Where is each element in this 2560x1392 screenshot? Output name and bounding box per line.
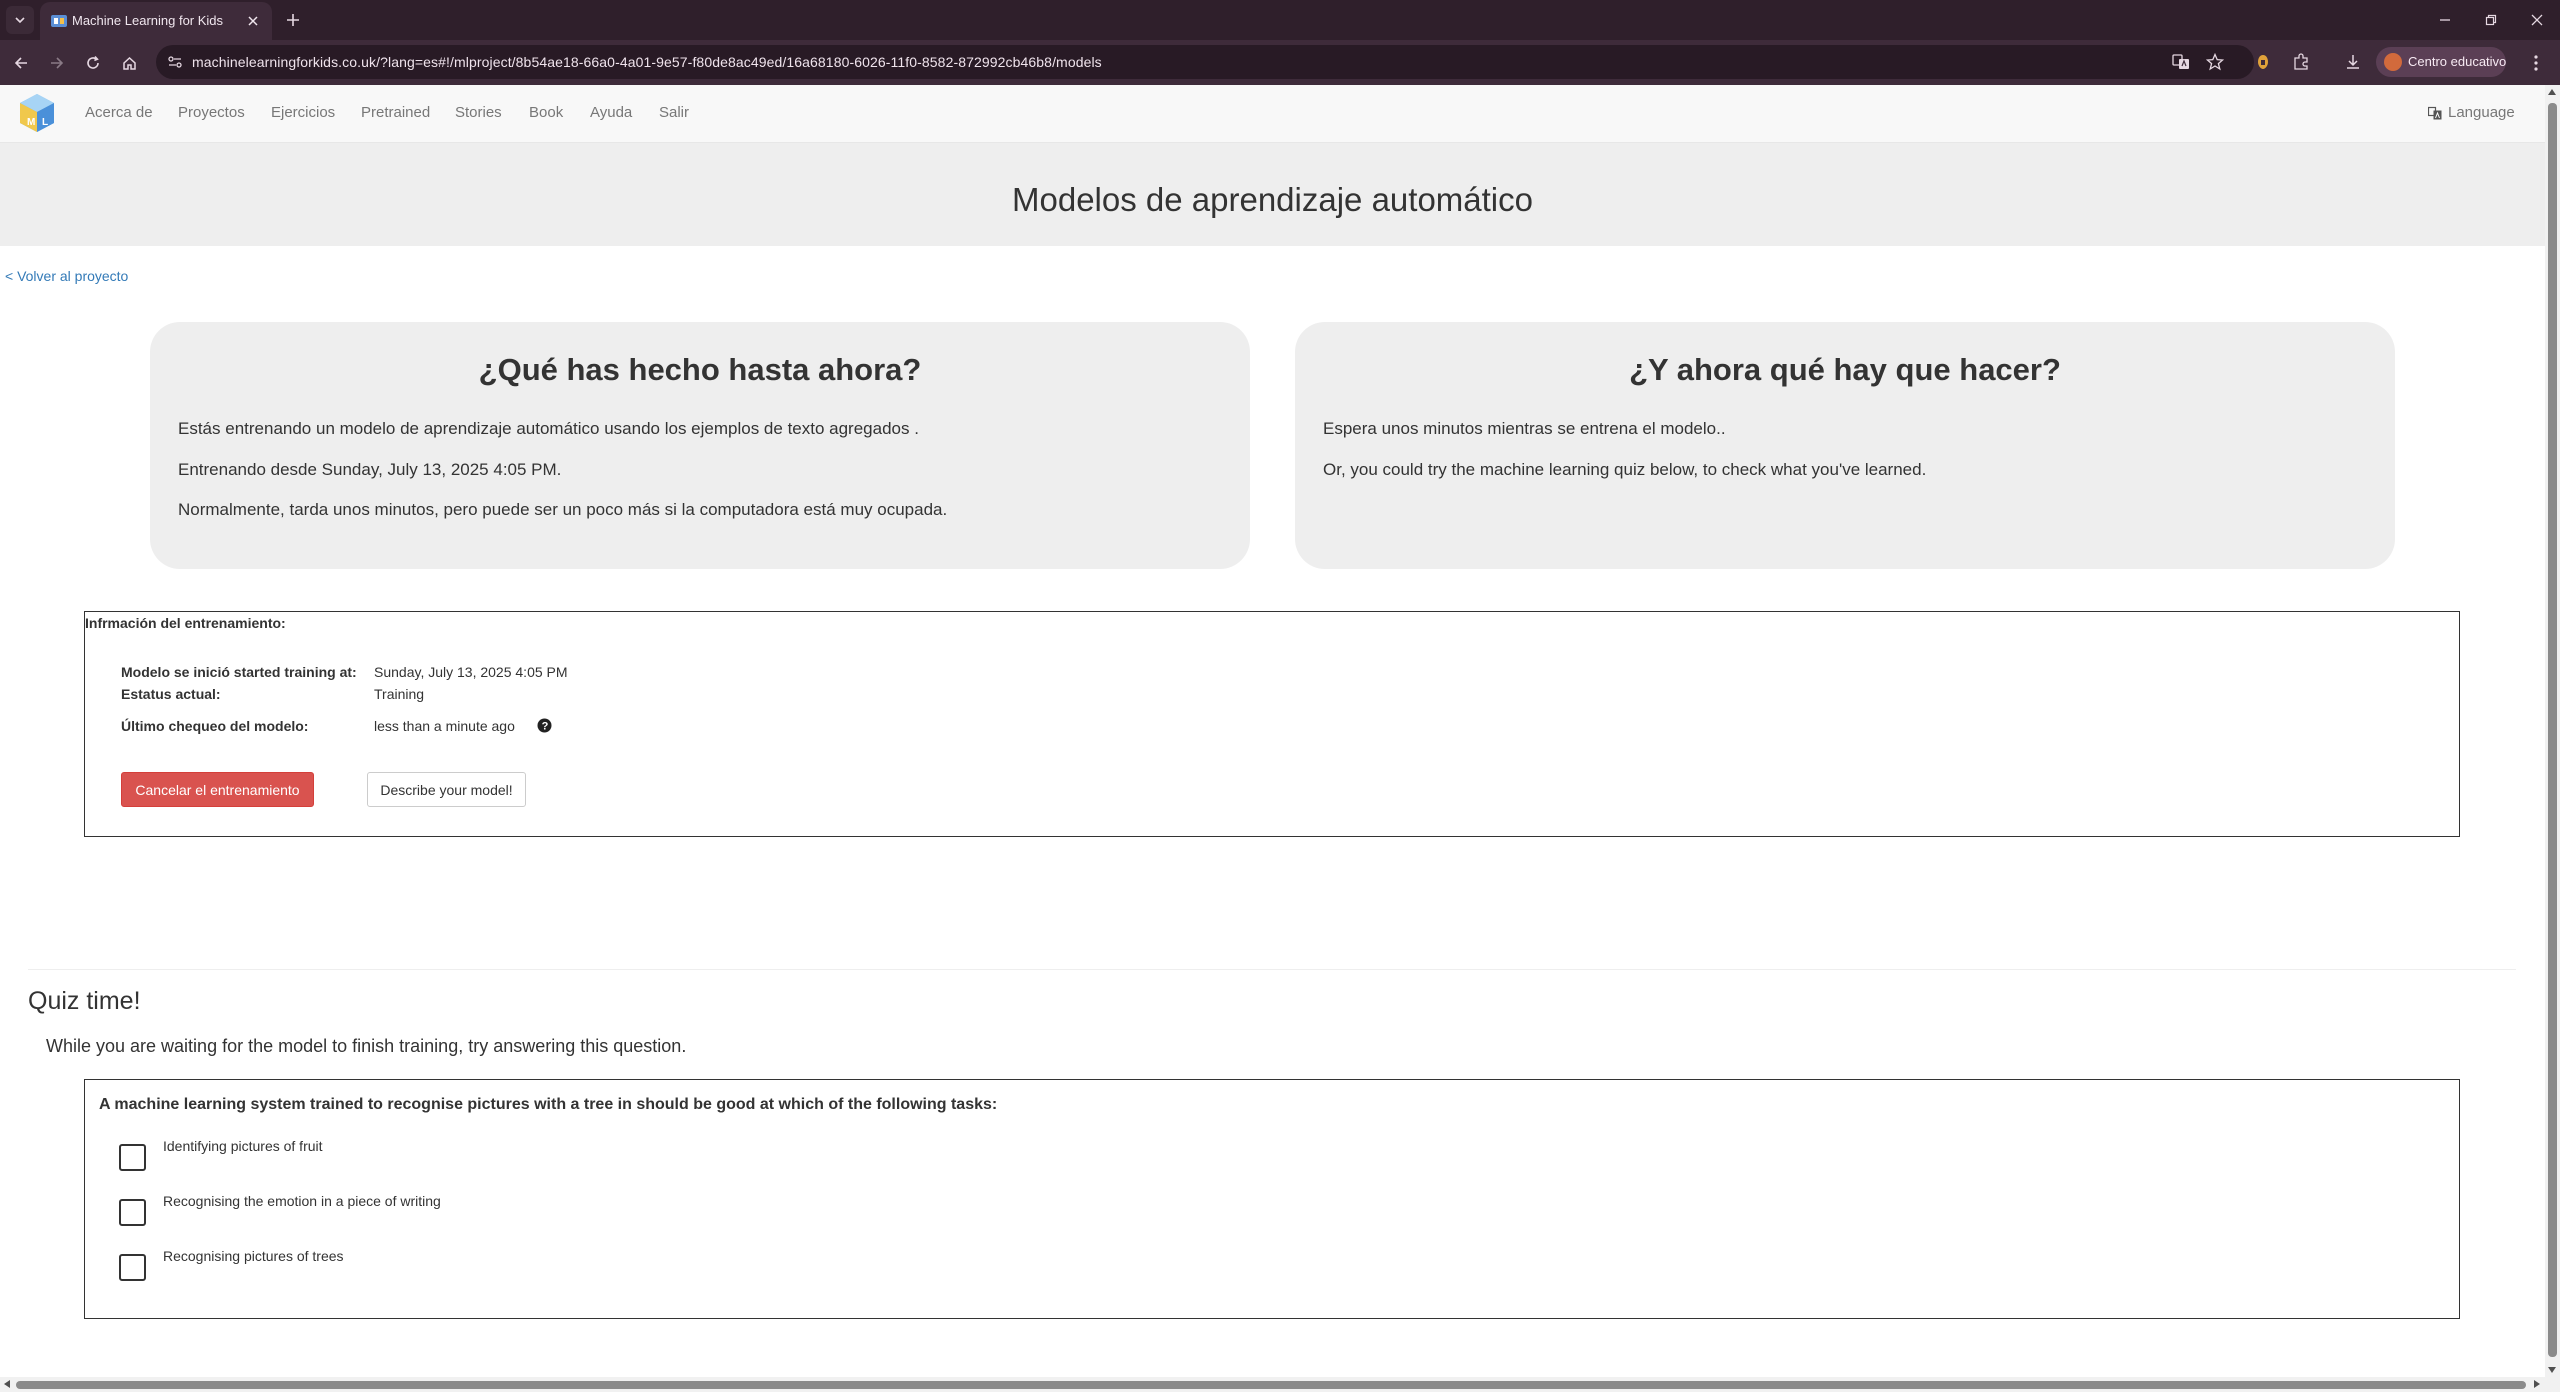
url-text[interactable]: machinelearningforkids.co.uk/?lang=es#!/… [192,54,1102,70]
reload-icon [87,56,99,69]
nav-item-stories[interactable]: Stories [455,104,502,121]
cancel-training-button[interactable]: Cancelar el entrenamiento [121,772,314,807]
home-icon [122,56,136,70]
tab-list-icon [15,17,25,24]
progress-line-2: Entrenando desde Sunday, July 13, 2025 4… [178,460,562,479]
horizontal-scroll-thumb[interactable] [16,1381,2526,1389]
progress-card: ¿Qué has hecho hasta ahora? Estás entren… [150,322,1250,569]
training-info-heading: Infrmación del entrenamiento: [85,615,286,631]
quiz-option[interactable]: Recognising pictures of trees [119,1248,719,1282]
scroll-left-arrow[interactable] [4,1380,10,1388]
profile-name: Centro educativo [2408,54,2507,69]
quiz-option-label[interactable]: Identifying pictures of fruit [163,1138,323,1154]
back-to-project-link[interactable]: < Volver al proyecto [5,268,128,284]
logo-icon[interactable]: M L [18,92,56,134]
quiz-option-label[interactable]: Recognising the emotion in a piece of wr… [163,1193,441,1209]
nav-item-ayuda[interactable]: Ayuda [590,104,632,121]
next-steps-line-1: Espera unos minutos mientras se entrena … [1323,419,1726,438]
help-icon[interactable]: ? [537,718,552,733]
quiz-option[interactable]: Recognising the emotion in a piece of wr… [119,1193,719,1227]
quiz-question: A machine learning system trained to rec… [99,1096,998,1113]
home-button[interactable] [116,50,142,76]
scroll-down-arrow[interactable] [2548,1367,2556,1373]
site-info-icon[interactable] [166,53,184,71]
extension-icon[interactable] [2254,53,2272,71]
tab-list-button[interactable] [6,6,34,34]
checkbox-icon[interactable] [119,1144,146,1171]
checkbox-icon[interactable] [119,1199,146,1226]
nav-item-proyectos[interactable]: Proyectos [178,104,245,121]
browser-tab[interactable]: Machine Learning for Kids [40,2,272,40]
next-steps-line-2: Or, you could try the machine learning q… [1323,460,1927,479]
restore-icon [2485,14,2497,26]
divider [28,969,2516,970]
progress-line-3: Normalmente, tarda unos minutos, pero pu… [178,500,948,519]
language-menu[interactable]: Language [2428,104,2515,121]
nav-item-book[interactable]: Book [529,104,563,121]
language-label: Language [2448,104,2515,121]
browser-toolbar: machinelearningforkids.co.uk/?lang=es#!/… [0,40,2560,85]
vertical-scrollbar[interactable] [2545,85,2560,1377]
nav-item-acerca[interactable]: Acerca de [85,104,153,121]
tab-close-button[interactable] [244,12,262,30]
page-header: Modelos de aprendizaje automático [0,143,2545,246]
back-icon [14,57,27,69]
favicon-icon [51,15,67,27]
svg-text:?: ? [542,720,549,732]
quiz-panel: A machine learning system trained to rec… [84,1079,2460,1319]
progress-line-1: Estás entrenando un modelo de aprendizaj… [178,419,919,438]
minimize-button[interactable] [2432,8,2458,32]
puzzle-icon[interactable] [2292,53,2310,71]
last-check-label: Último chequeo del modelo: [121,718,309,734]
address-bar[interactable]: machinelearningforkids.co.uk/?lang=es#!/… [156,45,2254,79]
tab-title: Machine Learning for Kids [72,13,224,28]
language-icon [2428,106,2442,119]
next-steps-heading: ¿Y ahora qué hay que hacer? [1629,352,2061,387]
progress-card-heading: ¿Qué has hecho hasta ahora? [478,352,922,387]
status-value: Training [374,686,425,702]
quiz-option-label[interactable]: Recognising pictures of trees [163,1248,344,1264]
scroll-up-arrow[interactable] [2548,89,2556,95]
forward-button[interactable] [44,50,70,76]
page-title: Modelos de aprendizaje automático [1012,181,1533,218]
nav-item-ejercicios[interactable]: Ejercicios [271,104,335,121]
avatar [2384,53,2402,71]
browser-tab-bar: Machine Learning for Kids [0,0,2560,40]
close-icon [248,16,258,26]
started-value: Sunday, July 13, 2025 4:05 PM [374,664,568,680]
last-check-value: less than a minute ago [374,718,515,734]
profile-button[interactable]: Centro educativo [2376,47,2506,77]
svg-text:M: M [27,117,35,128]
plus-icon [287,14,299,26]
quiz-option[interactable]: Identifying pictures of fruit [119,1138,719,1172]
next-steps-card: ¿Y ahora qué hay que hacer? Espera unos … [1295,322,2395,569]
site-navbar: M L Acerca de Proyectos Ejercicios Pretr… [0,85,2545,143]
download-icon[interactable] [2344,53,2362,71]
close-icon [2531,14,2543,26]
forward-icon [51,57,64,69]
translate-icon[interactable] [2172,53,2190,71]
reload-button[interactable] [80,50,106,76]
quiz-title: Quiz time! [28,987,141,1015]
svg-text:L: L [42,117,48,128]
new-tab-button[interactable] [282,9,304,31]
back-button[interactable] [8,50,34,76]
status-label: Estatus actual: [121,686,221,702]
nav-item-salir[interactable]: Salir [659,104,689,121]
scroll-right-arrow[interactable] [2534,1380,2540,1388]
vertical-scroll-thumb[interactable] [2548,103,2557,1357]
quiz-intro: While you are waiting for the model to f… [46,1036,687,1056]
training-info-panel: Infrmación del entrenamiento: Modelo se … [84,611,2460,837]
restore-button[interactable] [2478,8,2504,32]
checkbox-icon[interactable] [119,1254,146,1281]
star-icon[interactable] [2206,53,2224,71]
horizontal-scrollbar[interactable] [0,1377,2560,1392]
nav-item-pretrained[interactable]: Pretrained [361,104,430,121]
menu-icon[interactable] [2528,54,2544,72]
started-label: Modelo se inició started training at: [121,664,357,680]
describe-model-button[interactable]: Describe your model! [367,772,526,807]
minimize-icon [2440,19,2450,21]
window-close-button[interactable] [2524,8,2550,32]
